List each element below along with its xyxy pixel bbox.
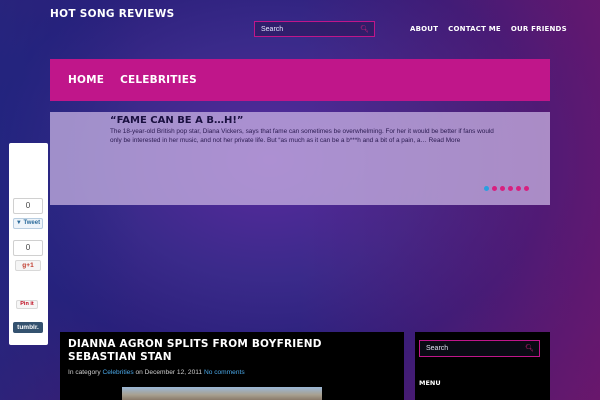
tweet-label: Tweet (23, 220, 41, 226)
sidebar-menu-title: MENU (419, 379, 441, 387)
post-date: December 12, 2011 (144, 369, 203, 376)
slider-dots (484, 186, 529, 191)
slide-text: The 18-year-old British pop star, Diana … (110, 128, 494, 145)
post-thumbnail[interactable] (122, 387, 322, 400)
tumblr-button[interactable]: tumblr. (13, 322, 43, 333)
post-meta-on: on (135, 369, 143, 376)
site-title[interactable]: HOT SONG REVIEWS (50, 8, 175, 20)
sidebar-search-placeholder: Search (426, 345, 449, 352)
slider-dot[interactable] (524, 186, 529, 191)
slider-dot[interactable] (484, 186, 489, 191)
featured-slider: “FAME CAN BE A B…H!” The 18-year-old Bri… (50, 112, 550, 205)
pinterest-button[interactable]: Pin it (16, 300, 38, 309)
post-title[interactable]: DIANNA AGRON SPLITS FROM BOYFRIEND SEBAS… (68, 338, 388, 363)
post-meta: In category Celebrities on December 12, … (68, 369, 245, 376)
top-search-input[interactable]: Search 🔍︎ (254, 21, 375, 37)
twitter-share-count: 0 (13, 198, 43, 214)
top-nav-about[interactable]: ABOUT (410, 25, 438, 33)
main-nav-home[interactable]: HOME (68, 74, 104, 86)
top-nav-contact[interactable]: CONTACT ME (448, 25, 501, 33)
post-comments-link[interactable]: No comments (204, 369, 245, 376)
gplus-share-count: 0 (13, 240, 43, 256)
top-nav: ABOUT CONTACT ME OUR FRIENDS (410, 25, 567, 33)
top-search-placeholder: Search (261, 25, 284, 33)
search-icon[interactable]: 🔍︎ (360, 25, 369, 33)
search-icon[interactable]: 🔍︎ (525, 341, 534, 356)
slider-dot[interactable] (516, 186, 521, 191)
sidebar-search-input[interactable]: Search 🔍︎ (419, 340, 540, 357)
sidebar: Search 🔍︎ MENU (415, 332, 550, 400)
gplus-button[interactable]: g+1 (15, 260, 41, 271)
post-card: DIANNA AGRON SPLITS FROM BOYFRIEND SEBAS… (60, 332, 404, 400)
main-nav: HOME CELEBRITIES (50, 59, 550, 101)
post-category-link[interactable]: Celebrities (102, 369, 133, 376)
slider-dot[interactable] (500, 186, 505, 191)
slider-dot[interactable] (508, 186, 513, 191)
main-nav-celebrities[interactable]: CELEBRITIES (120, 74, 197, 86)
top-nav-friends[interactable]: OUR FRIENDS (511, 25, 567, 33)
post-meta-prefix: In category (68, 369, 101, 376)
slider-dot[interactable] (492, 186, 497, 191)
tweet-button[interactable]: ▼ Tweet (13, 218, 43, 229)
twitter-bird-icon: ▼ (15, 220, 22, 226)
slide-title[interactable]: “FAME CAN BE A B…H!” (110, 115, 243, 126)
